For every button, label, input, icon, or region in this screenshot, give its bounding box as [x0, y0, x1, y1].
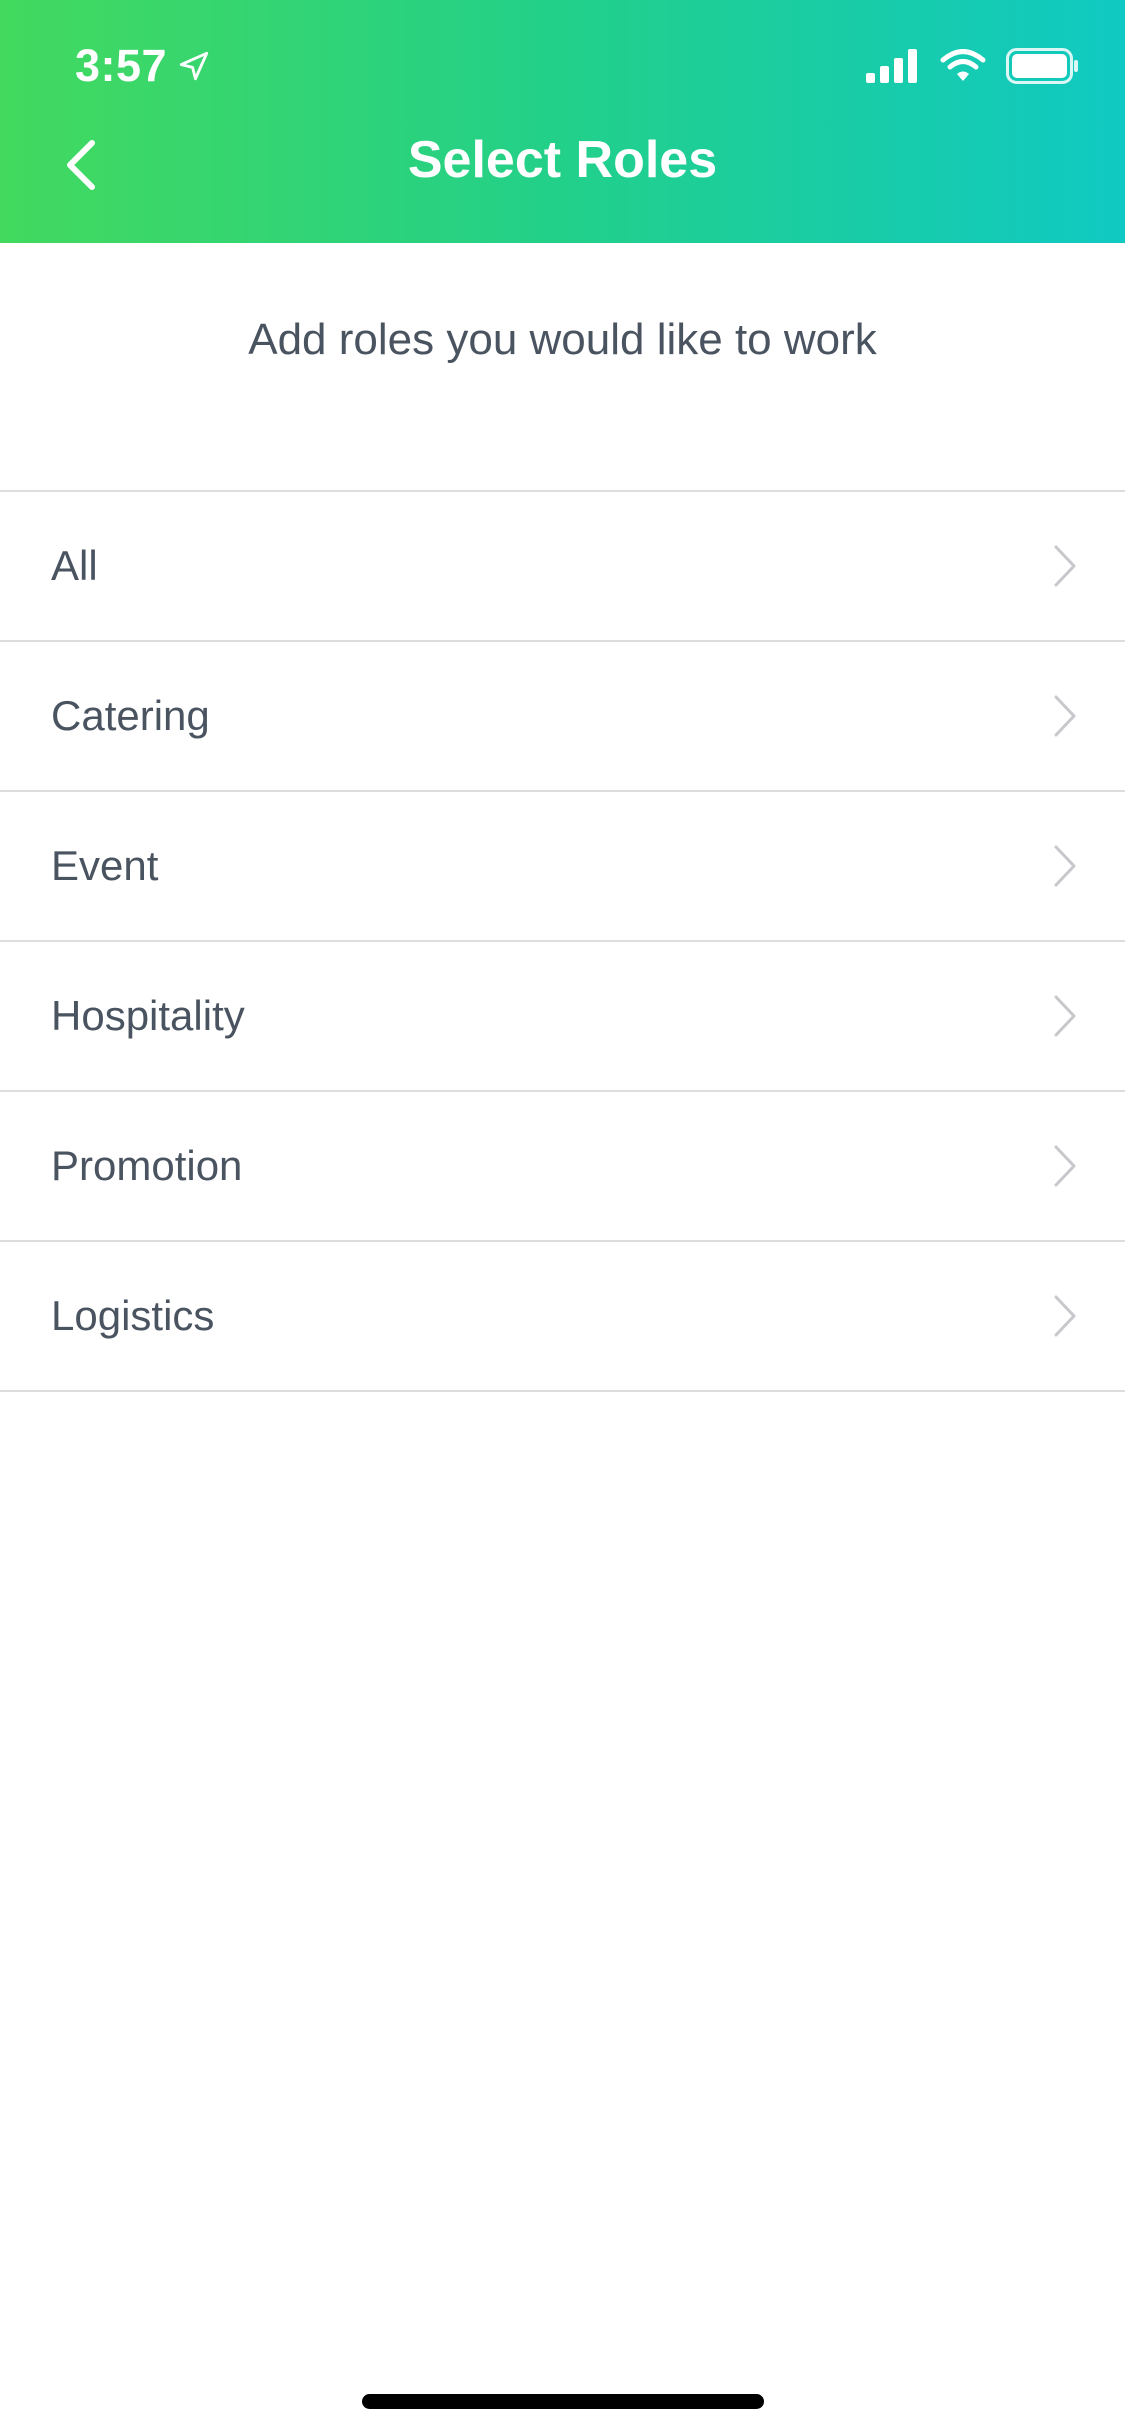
- chevron-right-icon: [1054, 695, 1076, 737]
- role-item-label: Promotion: [51, 1142, 243, 1189]
- status-bar-time: 3:57: [75, 40, 211, 92]
- roles-list: All Catering Event Hospitality Promotion: [0, 490, 1125, 1392]
- role-item-label: Hospitality: [51, 992, 245, 1039]
- status-bar-icons: [866, 48, 1080, 84]
- role-item-logistics[interactable]: Logistics: [0, 1242, 1125, 1392]
- wifi-icon: [940, 49, 986, 81]
- roles-instruction: Add roles you would like to work: [248, 315, 877, 364]
- status-time-text: 3:57: [75, 40, 168, 91]
- role-item-event[interactable]: Event: [0, 792, 1125, 942]
- role-item-catering[interactable]: Catering: [0, 642, 1125, 792]
- chevron-right-icon: [1054, 1145, 1076, 1187]
- home-indicator[interactable]: [362, 2394, 764, 2409]
- page-title: Select Roles: [407, 131, 718, 189]
- chevron-right-icon: [1054, 995, 1076, 1037]
- chevron-right-icon: [1054, 845, 1076, 887]
- role-item-label: Catering: [51, 692, 210, 739]
- role-item-promotion[interactable]: Promotion: [0, 1092, 1125, 1242]
- cellular-signal-icon: [866, 49, 917, 83]
- role-item-hospitality[interactable]: Hospitality: [0, 942, 1125, 1092]
- select-roles-screen: 3:57 Select Roles Add roles you would li…: [0, 0, 1125, 2436]
- chevron-right-icon: [1054, 1295, 1076, 1337]
- location-arrow-icon: [179, 51, 209, 81]
- role-item-all[interactable]: All: [0, 492, 1125, 642]
- role-item-label: All: [51, 542, 98, 589]
- role-item-label: Logistics: [51, 1292, 215, 1339]
- role-item-label: Event: [51, 842, 159, 889]
- header-bar: 3:57 Select Roles: [0, 0, 1125, 243]
- battery-icon: [1006, 48, 1078, 84]
- chevron-right-icon: [1054, 545, 1076, 587]
